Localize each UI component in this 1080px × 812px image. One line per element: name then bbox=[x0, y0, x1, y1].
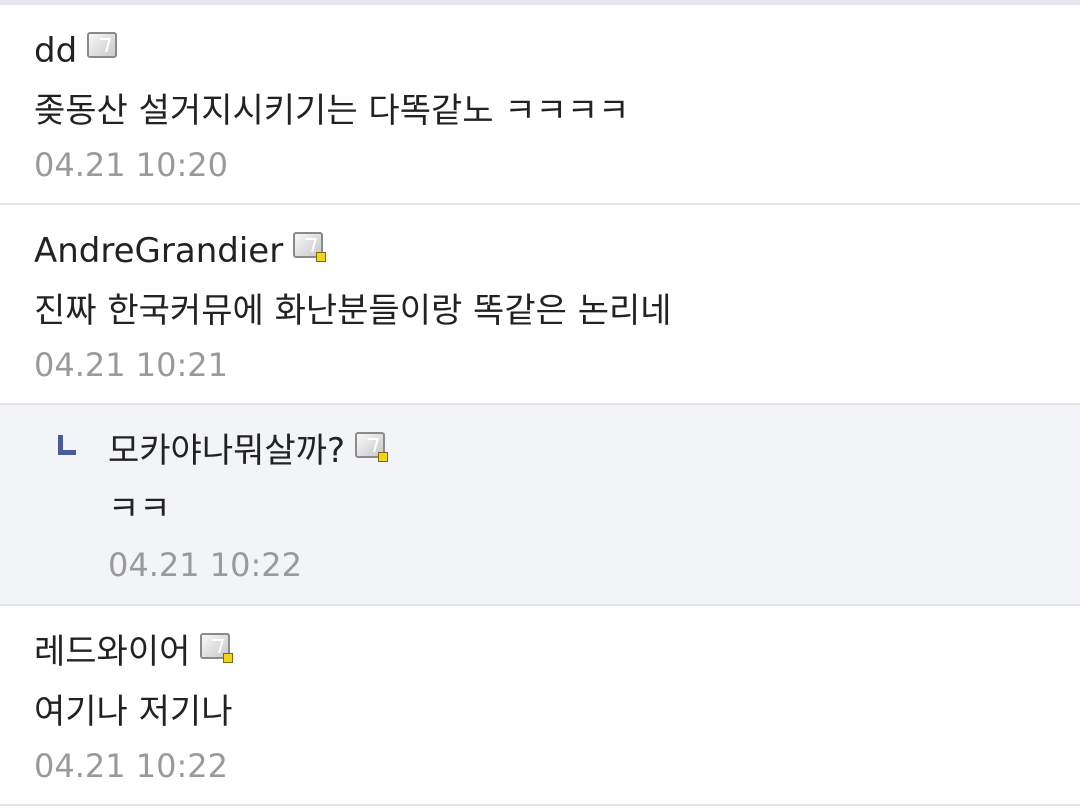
comment-author-row: 레드와이어 bbox=[34, 632, 234, 672]
comment-item[interactable]: AndreGrandier 진짜 한국커뮤에 화난분들이랑 똑같은 논리네 04… bbox=[0, 205, 1080, 405]
comment-author[interactable]: 레드와이어 bbox=[34, 632, 190, 672]
member-level-icon bbox=[293, 232, 327, 262]
comment-text: 여기나 저기나 bbox=[34, 692, 233, 732]
comment-text: 진짜 한국커뮤에 화난분들이랑 똑같은 논리네 bbox=[34, 291, 672, 331]
reply-arrow-icon bbox=[58, 435, 76, 455]
member-level-icon bbox=[87, 32, 118, 58]
reply-comment-item[interactable]: 모카야나뭐살까? ㅋㅋ 04.21 10:22 bbox=[0, 405, 1080, 606]
comment-text: 좆동산 설거지시키기는 다똑같노 ㅋㅋㅋㅋ bbox=[34, 91, 630, 131]
comment-timestamp: 04.21 10:22 bbox=[34, 747, 228, 785]
comment-timestamp: 04.21 10:20 bbox=[34, 146, 228, 184]
comment-item[interactable]: dd 좆동산 설거지시키기는 다똑같노 ㅋㅋㅋㅋ 04.21 10:20 bbox=[0, 5, 1080, 205]
comment-author[interactable]: dd bbox=[34, 31, 77, 71]
member-level-icon bbox=[355, 432, 389, 462]
comment-item[interactable]: 레드와이어 여기나 저기나 04.21 10:22 bbox=[0, 606, 1080, 806]
comment-timestamp: 04.21 10:22 bbox=[108, 546, 302, 584]
member-badge-dot-icon bbox=[378, 452, 389, 462]
comment-author[interactable]: 모카야나뭐살까? bbox=[108, 431, 345, 471]
comment-author[interactable]: AndreGrandier bbox=[34, 231, 283, 271]
comment-author-row: 모카야나뭐살까? bbox=[108, 431, 389, 471]
comment-author-row: AndreGrandier bbox=[34, 231, 327, 271]
member-badge-dot-icon bbox=[223, 653, 234, 663]
comment-timestamp: 04.21 10:21 bbox=[34, 346, 228, 384]
member-level-icon bbox=[200, 633, 234, 663]
comment-author-row: dd bbox=[34, 31, 118, 71]
comment-text: ㅋㅋ bbox=[108, 489, 171, 529]
member-badge-dot-icon bbox=[316, 252, 327, 262]
